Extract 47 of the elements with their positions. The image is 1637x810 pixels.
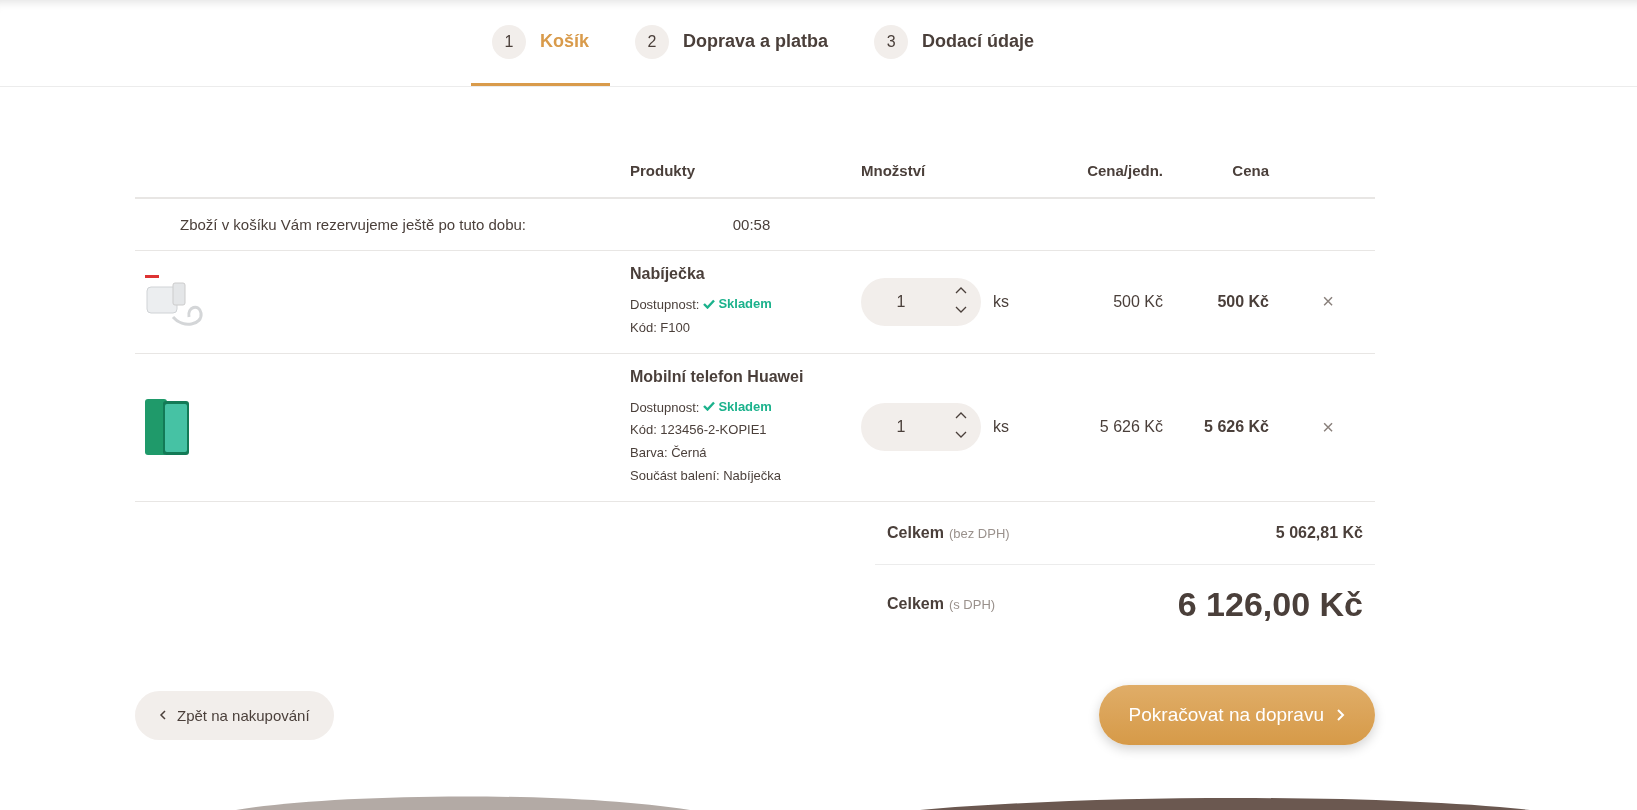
quantity-field[interactable]: 1 [861, 277, 981, 326]
quantity-field[interactable]: 1 [861, 403, 981, 452]
product-detail: Kód: F100 [630, 318, 691, 337]
remove-button[interactable]: × [1318, 290, 1338, 314]
total-price: 6 126,00 Kč [1177, 584, 1363, 624]
quantity-unit: ks [993, 418, 1009, 437]
check-icon [703, 401, 716, 411]
quantity-unit: ks [993, 292, 1009, 311]
availability-label: Dostupnost: [630, 399, 700, 414]
product-detail: Barva: Černá [630, 444, 708, 462]
summary-note: (s DPH) [948, 596, 996, 612]
line-price: 5 626 Kč [1203, 418, 1269, 437]
remove-button[interactable]: × [1318, 415, 1338, 439]
chevron-down-icon[interactable] [955, 305, 967, 314]
step-number: 1 [492, 24, 526, 59]
back-button[interactable]: Zpět na nakupování [135, 690, 334, 740]
summary-label: Celkem [887, 595, 944, 613]
summary-label: Celkem [887, 524, 944, 542]
product-name[interactable]: Nabíječka [630, 265, 861, 283]
check-icon [703, 298, 716, 309]
line-price: 500 Kč [1216, 292, 1269, 311]
chevron-left-icon [159, 710, 167, 720]
step-number: 2 [635, 24, 670, 59]
unit-price: 5 626 Kč [1098, 418, 1163, 437]
chevron-down-icon[interactable] [955, 431, 967, 440]
product-detail: Součást balení: Nabíječka [630, 467, 783, 485]
step-tab[interactable]: 2 Doprava a platba [614, 0, 850, 86]
chevron-up-icon[interactable] [955, 411, 967, 420]
subtotal-price: 5 062,81 Kč [1275, 524, 1363, 542]
column-header: Cena/jedn. [1086, 162, 1163, 179]
column-header: Cena [1231, 162, 1269, 179]
unit-price: 500 Kč [1112, 292, 1163, 311]
stock-status: Skladem [703, 394, 772, 418]
stock-status: Skladem [703, 292, 772, 315]
product-detail: Kód: 123456-2-KOPIE1 [630, 421, 768, 439]
column-header: Produkty [630, 162, 696, 179]
step-tab[interactable]: 3 Dodací údaje [853, 0, 1056, 86]
reservation-timer: 00:58 [731, 216, 772, 233]
step-tab[interactable]: 1 Košík [471, 0, 611, 86]
summary-note: (bez DPH) [948, 525, 1010, 541]
reservation-text: Zboží v košíku Vám rezervujeme ještě po tuto dobu: [179, 216, 527, 233]
chevron-up-icon[interactable] [955, 285, 967, 294]
chevron-right-icon [1336, 708, 1345, 722]
product-name[interactable]: Mobilní telefon Huawei [630, 367, 861, 386]
step-number: 3 [874, 24, 909, 59]
column-header: Množství [861, 162, 927, 179]
availability-label: Dostupnost: [630, 296, 700, 312]
